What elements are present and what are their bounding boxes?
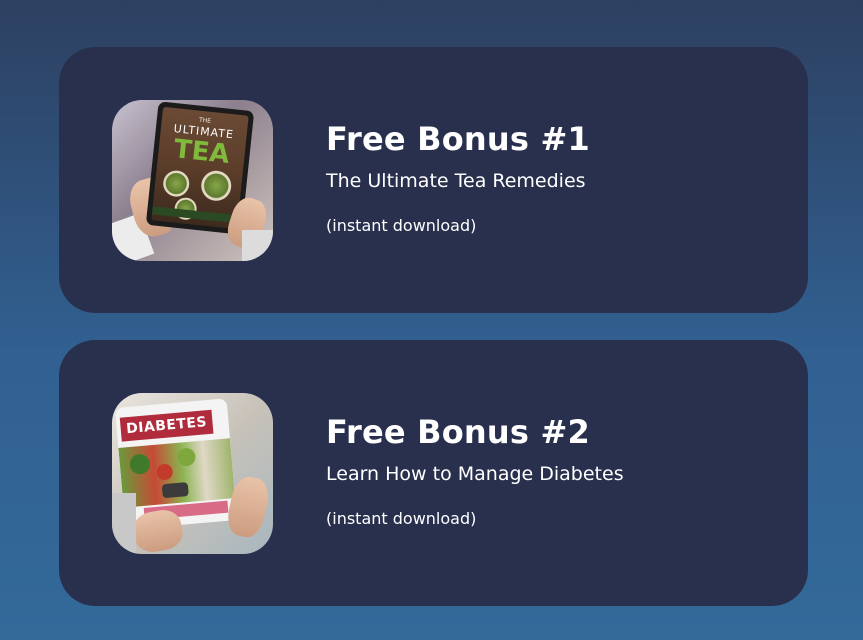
diabetes-cover-title: DIABETES bbox=[119, 409, 214, 442]
bonus-subtitle: The Ultimate Tea Remedies bbox=[326, 170, 586, 192]
bonus-title: Free Bonus #2 bbox=[326, 413, 590, 451]
bonus-note: (instant download) bbox=[326, 216, 477, 235]
tea-book-image: THE ULTIMATE TEA bbox=[112, 100, 273, 261]
bonus-title: Free Bonus #1 bbox=[326, 120, 590, 158]
bonus-note: (instant download) bbox=[326, 509, 477, 528]
diabetes-book-image: DIABETES bbox=[112, 393, 273, 554]
bonus-card-2: DIABETES Free Bonus #2 Learn How to Mana… bbox=[59, 340, 808, 606]
bonus-subtitle: Learn How to Manage Diabetes bbox=[326, 463, 624, 485]
bonus-card-1: THE ULTIMATE TEA Free Bonus #1 The Ultim… bbox=[59, 47, 808, 313]
